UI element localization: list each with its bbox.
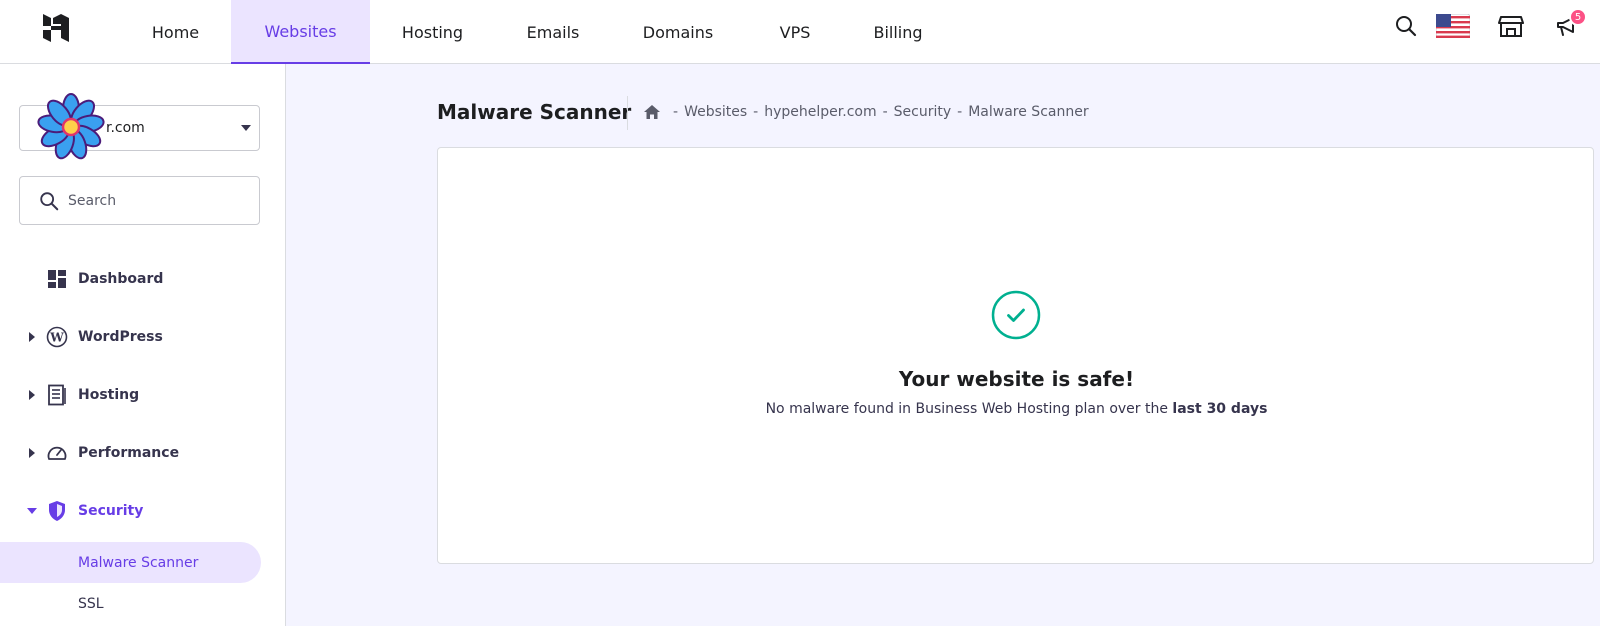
sidebar-search-input[interactable]: [68, 192, 248, 209]
sidebar-item-dashboard[interactable]: Dashboard: [0, 259, 286, 299]
title-divider: [627, 96, 628, 130]
us-flag-icon[interactable]: [1436, 12, 1470, 40]
scan-result-description: No malware found in Business Web Hosting…: [438, 401, 1595, 417]
sidebar-item-label: Hosting: [78, 387, 140, 403]
breadcrumb-websites[interactable]: Websites: [684, 104, 747, 120]
speedometer-icon: [45, 441, 69, 465]
sidebar-item-label: Dashboard: [78, 271, 164, 287]
breadcrumb: - Websites - hypehelper.com - Security -…: [643, 103, 1089, 121]
breadcrumb-separator: -: [957, 104, 963, 120]
top-navigation: Home Websites Hosting Emails Domains VPS…: [0, 0, 1600, 64]
sidebar-item-security[interactable]: Security: [0, 491, 286, 531]
sidebar-item-label: Performance: [78, 445, 180, 461]
dashboard-icon: [45, 267, 69, 291]
nav-billing[interactable]: Billing: [862, 0, 934, 64]
sidebar: r.com Dashboard W WordPress Hosting Perf…: [0, 64, 286, 626]
sidebar-subitem-malware-scanner[interactable]: Malware Scanner: [0, 542, 261, 583]
chevron-down-icon: [27, 508, 37, 514]
sidebar-item-performance[interactable]: Performance: [0, 433, 286, 473]
sidebar-item-label: WordPress: [78, 329, 163, 345]
home-icon[interactable]: [643, 103, 661, 121]
website-selector[interactable]: r.com: [19, 105, 260, 151]
wordpress-icon: W: [45, 325, 69, 349]
breadcrumb-separator: -: [882, 104, 888, 120]
nav-domains[interactable]: Domains: [630, 0, 726, 64]
website-selector-value: r.com: [106, 120, 145, 136]
nav-vps[interactable]: VPS: [765, 0, 825, 64]
nav-hosting[interactable]: Hosting: [385, 0, 480, 64]
megaphone-icon[interactable]: 5: [1553, 8, 1587, 40]
notification-badge: 5: [1569, 8, 1587, 26]
store-icon[interactable]: [1497, 12, 1525, 40]
breadcrumb-separator: -: [753, 104, 759, 120]
sidebar-search[interactable]: [19, 176, 260, 225]
nav-websites[interactable]: Websites: [231, 0, 370, 64]
sidebar-item-hosting[interactable]: Hosting: [0, 375, 286, 415]
nav-emails[interactable]: Emails: [509, 0, 597, 64]
breadcrumb-separator: -: [673, 104, 679, 120]
svg-text:W: W: [49, 331, 64, 345]
sidebar-item-label: Security: [78, 503, 144, 519]
hostinger-logo-icon[interactable]: [40, 12, 72, 44]
search-icon[interactable]: [1392, 12, 1420, 40]
chevron-right-icon: [29, 390, 35, 400]
shield-icon: [45, 499, 69, 523]
breadcrumb-malware-scanner: Malware Scanner: [968, 104, 1089, 120]
scan-result-period: last 30 days: [1172, 401, 1268, 417]
scan-result-heading: Your website is safe!: [898, 367, 1135, 391]
sidebar-subitem-ssl[interactable]: SSL: [0, 583, 261, 624]
check-circle-icon: [991, 290, 1041, 340]
scan-result-card: Your website is safe! No malware found i…: [437, 147, 1594, 564]
chevron-right-icon: [29, 448, 35, 458]
search-icon: [40, 191, 59, 210]
breadcrumb-domain[interactable]: hypehelper.com: [764, 104, 876, 120]
nav-home[interactable]: Home: [130, 0, 221, 64]
chevron-down-icon: [241, 125, 251, 131]
page-title: Malware Scanner: [437, 100, 632, 124]
breadcrumb-security[interactable]: Security: [894, 104, 952, 120]
scan-result-text: No malware found in Business Web Hosting…: [765, 401, 1168, 417]
sidebar-item-wordpress[interactable]: W WordPress: [0, 317, 286, 357]
chevron-right-icon: [29, 332, 35, 342]
hosting-icon: [45, 383, 69, 407]
